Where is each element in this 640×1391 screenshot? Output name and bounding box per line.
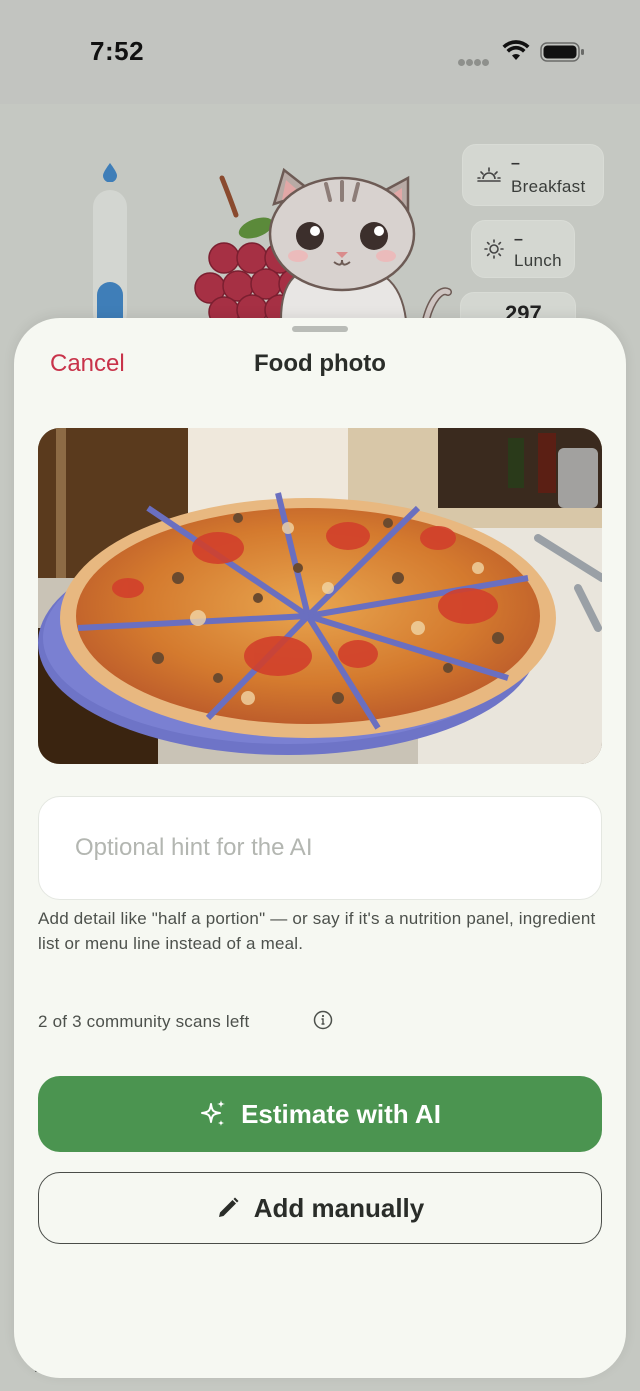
battery-icon	[540, 42, 584, 62]
wifi-icon	[502, 40, 530, 60]
pencil-icon	[218, 1197, 239, 1217]
hint-help-text: Add detail like "half a portion" — or sa…	[38, 909, 596, 953]
cat-mascot-illustration	[194, 167, 452, 320]
estimate-button-label: Estimate with AI	[241, 1098, 441, 1129]
signal-dots-icon	[458, 53, 492, 66]
food-photo	[38, 428, 602, 764]
add-manually-button[interactable]: Add manually	[38, 1172, 602, 1244]
estimate-with-ai-button[interactable]: Estimate with AI	[38, 1076, 602, 1152]
breakfast-value: –	[511, 155, 520, 172]
sparkles-icon	[201, 1100, 226, 1126]
sun-icon	[484, 239, 504, 259]
food-photo-sheet: Food photo Cancel Optional hint for the …	[14, 318, 626, 1378]
cancel-button[interactable]: Cancel	[50, 350, 125, 378]
lunch-value: –	[514, 231, 523, 248]
info-icon[interactable]	[313, 1010, 333, 1030]
community-scans-left: 2 of 3 community scans left	[38, 1012, 250, 1031]
ai-hint-input[interactable]	[38, 796, 602, 900]
add-manually-label: Add manually	[253, 1192, 425, 1223]
sheet-grabber[interactable]	[292, 326, 348, 332]
status-time: 7:52	[90, 36, 145, 66]
breakfast-label: Breakfast	[511, 177, 586, 196]
water-drop-icon	[103, 163, 117, 182]
status-icons	[458, 40, 588, 66]
meal-chip-breakfast[interactable]: – Breakfast	[462, 144, 604, 206]
status-bar: 7:52	[0, 0, 640, 104]
sunrise-icon	[477, 167, 501, 182]
lunch-label: Lunch	[514, 251, 562, 270]
meal-chip-lunch[interactable]: – Lunch	[471, 220, 575, 278]
